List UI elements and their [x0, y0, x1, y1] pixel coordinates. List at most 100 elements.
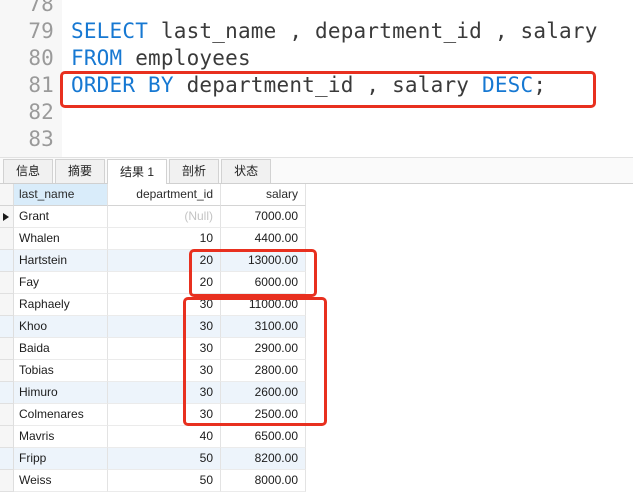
- code-line[interactable]: 82: [0, 99, 633, 126]
- tab-摘要[interactable]: 摘要: [55, 159, 105, 183]
- line-number: 80: [0, 45, 54, 72]
- cell-department-id[interactable]: (Null): [108, 206, 221, 228]
- tab-剖析[interactable]: 剖析: [169, 159, 219, 183]
- code-text: SELECT last_name , department_id , salar…: [71, 18, 598, 45]
- row-selector-cell[interactable]: [0, 382, 14, 404]
- code-line[interactable]: 80 FROM employees: [0, 45, 633, 72]
- cell-last-name[interactable]: Weiss: [14, 470, 108, 492]
- cell-department-id[interactable]: 20: [108, 250, 221, 272]
- code-line[interactable]: 83: [0, 126, 633, 153]
- line-number: 81: [0, 72, 54, 99]
- code-text: ORDER BY department_id , salary DESC;: [71, 72, 546, 99]
- row-selector-cell[interactable]: [0, 360, 14, 382]
- row-selector-cell[interactable]: [0, 294, 14, 316]
- cell-last-name[interactable]: Hartstein: [14, 250, 108, 272]
- table-row: Tobias302800.00: [0, 360, 633, 382]
- cell-salary[interactable]: 8200.00: [221, 448, 306, 470]
- code-segment: SELECT: [71, 19, 148, 43]
- cell-salary[interactable]: 8000.00: [221, 470, 306, 492]
- cell-department-id[interactable]: 40: [108, 426, 221, 448]
- cell-last-name[interactable]: Colmenares: [14, 404, 108, 426]
- cell-last-name[interactable]: Tobias: [14, 360, 108, 382]
- table-row: Khoo303100.00: [0, 316, 633, 338]
- grid-body: Grant(Null)7000.00Whalen104400.00Hartste…: [0, 206, 633, 492]
- cell-department-id[interactable]: 30: [108, 360, 221, 382]
- cell-last-name[interactable]: Whalen: [14, 228, 108, 250]
- cell-salary[interactable]: 2800.00: [221, 360, 306, 382]
- table-row: Weiss508000.00: [0, 470, 633, 492]
- sql-query-window: 7879 SELECT last_name , department_id , s…: [0, 0, 633, 495]
- cell-last-name[interactable]: Baida: [14, 338, 108, 360]
- row-selector-cell[interactable]: [0, 228, 14, 250]
- line-number: 79: [0, 18, 54, 45]
- code-line[interactable]: 79 SELECT last_name , department_id , sal…: [0, 18, 633, 45]
- row-selector-cell[interactable]: [0, 250, 14, 272]
- cell-department-id[interactable]: 30: [108, 338, 221, 360]
- table-row: Baida302900.00: [0, 338, 633, 360]
- code-segment: ORDER BY: [71, 73, 174, 97]
- row-selector-cell[interactable]: [0, 470, 14, 492]
- cell-salary[interactable]: 7000.00: [221, 206, 306, 228]
- row-selector-cell[interactable]: [0, 338, 14, 360]
- table-row: Fripp508200.00: [0, 448, 633, 470]
- cell-department-id[interactable]: 20: [108, 272, 221, 294]
- line-number: 82: [0, 99, 54, 126]
- cell-last-name[interactable]: Grant: [14, 206, 108, 228]
- cell-last-name[interactable]: Fripp: [14, 448, 108, 470]
- cell-salary[interactable]: 11000.00: [221, 294, 306, 316]
- current-row-marker-icon: [3, 213, 9, 221]
- cell-salary[interactable]: 2900.00: [221, 338, 306, 360]
- cell-last-name[interactable]: Fay: [14, 272, 108, 294]
- code-segment: last_name , department_id , salary: [148, 19, 598, 43]
- table-row: Mavris406500.00: [0, 426, 633, 448]
- cell-salary[interactable]: 6500.00: [221, 426, 306, 448]
- row-selector-cell[interactable]: [0, 272, 14, 294]
- tab-状态[interactable]: 状态: [221, 159, 271, 183]
- row-selector-cell[interactable]: [0, 316, 14, 338]
- table-row: Grant(Null)7000.00: [0, 206, 633, 228]
- code-segment: employees: [122, 46, 250, 70]
- code-segment: DESC: [482, 73, 533, 97]
- cell-department-id[interactable]: 10: [108, 228, 221, 250]
- cell-department-id[interactable]: 50: [108, 470, 221, 492]
- code-segment: FROM: [71, 46, 122, 70]
- cell-department-id[interactable]: 30: [108, 294, 221, 316]
- code-text: FROM employees: [71, 45, 251, 72]
- column-header-department_id[interactable]: department_id: [108, 184, 221, 206]
- code-line[interactable]: 78: [0, 0, 633, 18]
- cell-department-id[interactable]: 30: [108, 382, 221, 404]
- cell-last-name[interactable]: Khoo: [14, 316, 108, 338]
- cell-salary[interactable]: 2600.00: [221, 382, 306, 404]
- column-header-last_name[interactable]: last_name: [14, 184, 108, 206]
- table-row: Raphaely3011000.00: [0, 294, 633, 316]
- column-header-salary[interactable]: salary: [221, 184, 306, 206]
- row-selector-cell[interactable]: [0, 404, 14, 426]
- cell-salary[interactable]: 3100.00: [221, 316, 306, 338]
- tab-信息[interactable]: 信息: [3, 159, 53, 183]
- cell-last-name[interactable]: Mavris: [14, 426, 108, 448]
- cell-department-id[interactable]: 30: [108, 316, 221, 338]
- cell-salary[interactable]: 13000.00: [221, 250, 306, 272]
- code-line[interactable]: 81 ORDER BY department_id , salary DESC;: [0, 72, 633, 99]
- row-selector-cell[interactable]: [0, 206, 14, 228]
- code-segment: department_id , salary: [174, 73, 482, 97]
- sql-editor[interactable]: 7879 SELECT last_name , department_id , s…: [0, 0, 633, 157]
- line-number: 83: [0, 126, 54, 153]
- row-selector-cell[interactable]: [0, 448, 14, 470]
- cell-salary[interactable]: 2500.00: [221, 404, 306, 426]
- cell-department-id[interactable]: 30: [108, 404, 221, 426]
- grid-header-row: last_namedepartment_idsalary: [0, 184, 633, 206]
- cell-salary[interactable]: 4400.00: [221, 228, 306, 250]
- cell-department-id[interactable]: 50: [108, 448, 221, 470]
- cell-salary[interactable]: 6000.00: [221, 272, 306, 294]
- grid-corner-cell[interactable]: [0, 184, 14, 206]
- table-row: Hartstein2013000.00: [0, 250, 633, 272]
- cell-last-name[interactable]: Raphaely: [14, 294, 108, 316]
- table-row: Himuro302600.00: [0, 382, 633, 404]
- table-row: Colmenares302500.00: [0, 404, 633, 426]
- editor-lines: 7879 SELECT last_name , department_id , s…: [0, 0, 633, 153]
- tab-结果 1[interactable]: 结果 1: [107, 159, 167, 184]
- cell-last-name[interactable]: Himuro: [14, 382, 108, 404]
- result-tabbar: 信息摘要结果 1剖析状态: [0, 157, 633, 184]
- row-selector-cell[interactable]: [0, 426, 14, 448]
